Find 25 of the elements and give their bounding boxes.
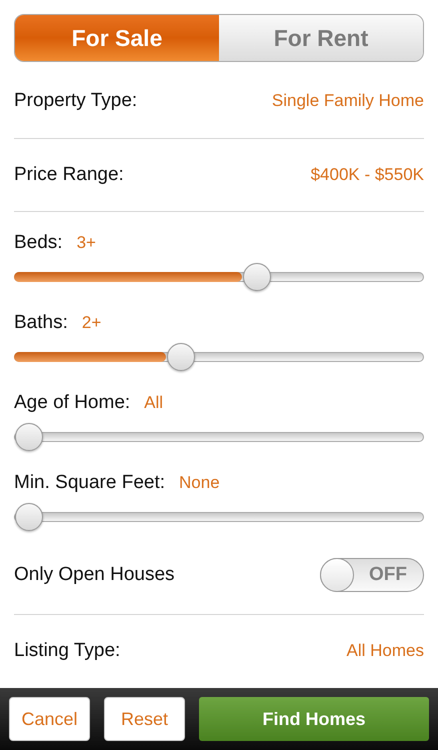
slider-thumb[interactable] — [167, 343, 195, 371]
filter-value[interactable]: $400K - $550K — [310, 165, 424, 185]
filter-value: None — [179, 473, 220, 493]
segment-tab[interactable]: For Sale — [15, 15, 219, 61]
filter-value: 2+ — [82, 313, 102, 333]
filter-label: Age of Home: — [14, 392, 130, 414]
filter-value[interactable]: Single Family Home — [272, 91, 424, 111]
filter-label: Beds: — [14, 232, 63, 254]
slider-thumb[interactable] — [243, 263, 271, 291]
filter-value: All — [144, 393, 164, 413]
find-homes-button[interactable]: Find Homes — [199, 697, 429, 741]
filter-label: Baths: — [14, 312, 68, 334]
filter-label: Property Type: — [14, 90, 138, 112]
slider-thumb[interactable] — [15, 503, 43, 531]
toggle-switch[interactable]: OFF — [320, 558, 424, 592]
reset-button[interactable]: Reset — [104, 697, 185, 741]
filter-label: Price Range: — [14, 164, 124, 186]
filter-label: Min. Square Feet: — [14, 472, 166, 494]
segment-tab[interactable]: For Rent — [219, 15, 423, 61]
filter-value: 3+ — [76, 233, 96, 253]
filter-label: Listing Type: — [14, 640, 120, 662]
slider-thumb[interactable] — [15, 423, 43, 451]
filter-label: Only Open Houses — [14, 564, 175, 586]
cancel-button[interactable]: Cancel — [9, 697, 90, 741]
filter-value[interactable]: All Homes — [346, 641, 424, 661]
